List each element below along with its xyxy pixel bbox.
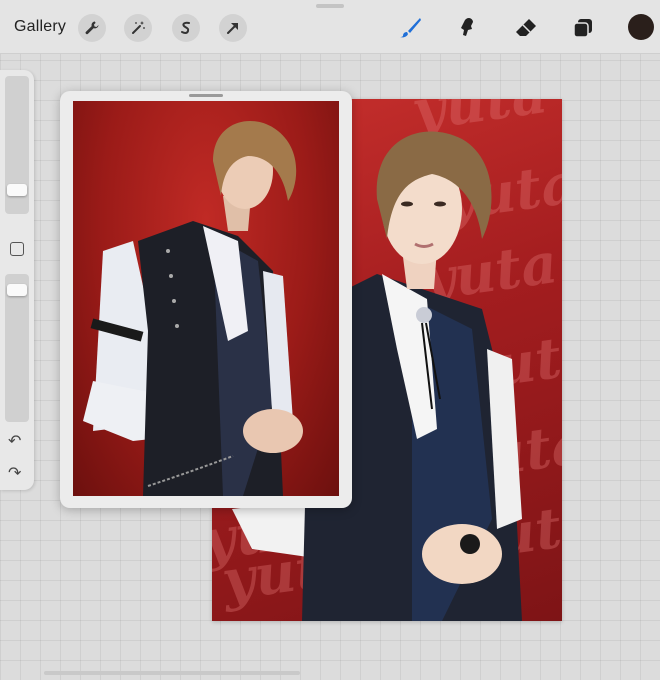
opacity-slider[interactable] xyxy=(5,274,29,422)
reference-photo xyxy=(73,101,339,496)
brush-icon[interactable] xyxy=(396,13,426,43)
wrench-icon[interactable] xyxy=(78,14,106,42)
reference-figure xyxy=(83,121,303,496)
brush-size-thumb[interactable] xyxy=(7,184,27,196)
transform-arrow-icon[interactable] xyxy=(219,14,247,42)
reference-window[interactable] xyxy=(60,91,352,508)
opacity-thumb[interactable] xyxy=(7,284,27,296)
undo-icon[interactable]: ↶ xyxy=(8,434,21,450)
brush-size-slider[interactable] xyxy=(5,76,29,214)
color-picker-button[interactable] xyxy=(628,14,654,40)
smudge-icon[interactable] xyxy=(452,13,482,43)
left-sidebar: ↶ ↷ xyxy=(0,70,34,490)
top-toolbar: Gallery xyxy=(0,0,660,54)
redo-icon[interactable]: ↷ xyxy=(8,466,21,482)
gallery-button[interactable]: Gallery xyxy=(14,18,66,36)
status-grabber xyxy=(316,4,344,8)
magic-wand-icon[interactable] xyxy=(124,14,152,42)
modify-button[interactable] xyxy=(10,242,24,256)
selection-icon[interactable] xyxy=(172,14,200,42)
home-indicator xyxy=(44,671,300,675)
reference-grabber[interactable] xyxy=(189,94,223,97)
layers-icon[interactable] xyxy=(568,13,598,43)
eraser-icon[interactable] xyxy=(511,13,541,43)
